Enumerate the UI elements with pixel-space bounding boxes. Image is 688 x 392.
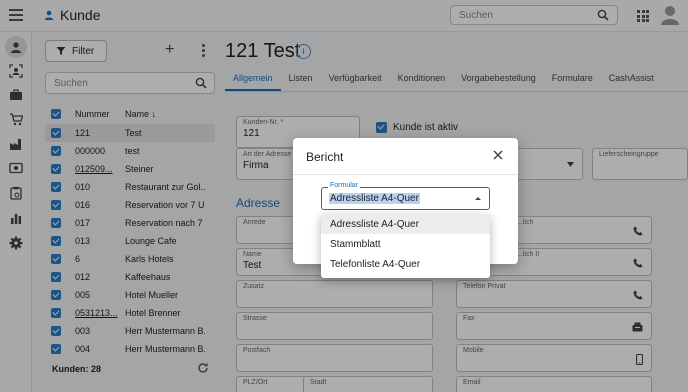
chevron-up-icon[interactable] xyxy=(475,197,481,200)
form-select-label: Formular xyxy=(328,182,361,189)
menu-item-adressliste[interactable]: Adressliste A4-Quer xyxy=(321,214,490,234)
menu-item-telefonliste[interactable]: Telefonliste A4-Quer xyxy=(321,254,490,274)
dialog-title: Bericht xyxy=(306,150,344,164)
menu-item-stammblatt[interactable]: Stammblatt xyxy=(321,234,490,254)
dialog-divider xyxy=(293,174,518,175)
form-select-value[interactable]: Adressliste A4-Quer xyxy=(329,193,420,204)
form-select[interactable]: Formular Adressliste A4-Quer xyxy=(321,182,490,210)
form-options-menu: Adressliste A4-Quer Stammblatt Telefonli… xyxy=(321,214,490,278)
close-icon[interactable] xyxy=(493,150,503,160)
